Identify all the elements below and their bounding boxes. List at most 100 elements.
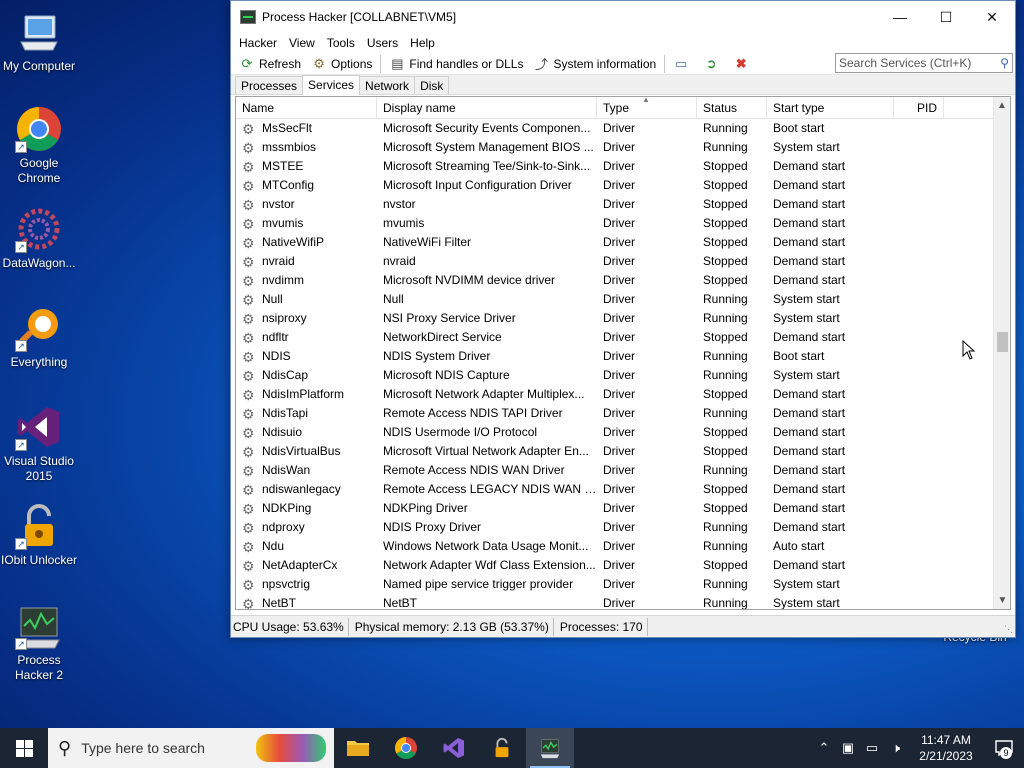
table-row[interactable]: ⚙ ndfltr NetworkDirect Service Driver Stoppe… <box>236 328 1010 347</box>
table-row[interactable]: ⚙ ndiswanlegacy Remote Access LEGACY NDIS … <box>236 480 1010 499</box>
desktop-icon-visual-studio[interactable]: ↗ Visual Studio 2015 <box>0 403 78 484</box>
table-row[interactable]: ⚙ nvraid nvraid Driver Stopped Demand start <box>236 252 1010 271</box>
taskbar-visual-studio[interactable] <box>430 728 478 768</box>
service-display-name: NSI Proxy Service Driver <box>383 311 516 325</box>
find-handles-label: Find handles or DLLs <box>409 56 524 71</box>
table-row[interactable]: ⚙ npsvctrig Named pipe service trigger pro… <box>236 575 1010 594</box>
table-row[interactable]: ⚙ MsSecFlt Microsoft Security Events Compo… <box>236 119 1010 138</box>
toolbar-separator <box>380 54 382 73</box>
service-name: NDIS <box>262 349 291 363</box>
taskbar-process-hacker[interactable] <box>526 728 574 768</box>
options-button[interactable]: ⚙ Options <box>306 54 377 74</box>
desktop-icon-iobit-unlocker[interactable]: ↗ IObit Unlocker <box>0 502 78 568</box>
menu-view[interactable]: View <box>283 36 321 50</box>
maximize-button[interactable]: ☐ <box>923 1 969 33</box>
desktop-icon-process-hacker[interactable]: ↗ Process Hacker 2 <box>0 602 78 683</box>
column-display-name[interactable]: Display name <box>377 97 597 119</box>
desktop-icon-my-computer[interactable]: My Computer <box>0 8 78 74</box>
table-row[interactable]: ⚙ MSTEE Microsoft Streaming Tee/Sink-to-Si… <box>236 157 1010 176</box>
gear-icon: ⚙ <box>242 481 255 498</box>
menu-help[interactable]: Help <box>404 36 441 50</box>
table-row[interactable]: ⚙ Null Null Driver Running System start <box>236 290 1010 309</box>
clock[interactable]: 11:47 AM 2/21/2023 <box>908 732 984 764</box>
table-row[interactable]: ⚙ NativeWifiP NativeWiFi Filter Driver Stopp… <box>236 233 1010 252</box>
service-pid <box>894 195 944 214</box>
tab-disk[interactable]: Disk <box>414 76 450 94</box>
taskbar-iobit-unlocker[interactable] <box>478 728 526 768</box>
network-icon[interactable]: ▭ <box>860 740 884 756</box>
service-status: Stopped <box>703 273 748 287</box>
table-row[interactable]: ⚙ NdisCap Microsoft NDIS Capture Driver Runn… <box>236 366 1010 385</box>
column-start-type[interactable]: Start type <box>767 97 894 119</box>
table-row[interactable]: ⚙ nvstor nvstor Driver Stopped Demand start <box>236 195 1010 214</box>
table-row[interactable]: ⚙ mvumis mvumis Driver Stopped Demand start <box>236 214 1010 233</box>
service-pid <box>894 309 944 328</box>
service-name: MTConfig <box>262 178 315 192</box>
service-display-name: Microsoft Virtual Network Adapter En... <box>383 444 589 458</box>
table-row[interactable]: ⚙ NetAdapterCx Network Adapter Wdf Class E… <box>236 556 1010 575</box>
table-row[interactable]: ⚙ MTConfig Microsoft Input Configuration D… <box>236 176 1010 195</box>
taskbar-search-box[interactable]: ⚲ Type here to search <box>48 728 334 768</box>
table-row[interactable]: ⚙ NdisVirtualBus Microsoft Virtual Network… <box>236 442 1010 461</box>
table-row[interactable]: ⚙ NdisImPlatform Microsoft Network Adapter… <box>236 385 1010 404</box>
system-information-button[interactable]: ⤴ System information <box>528 54 661 74</box>
chevron-up-icon[interactable]: ⌃ <box>812 740 836 756</box>
iobit-unlocker-icon: ↗ <box>15 502 63 550</box>
start-button[interactable] <box>0 728 48 768</box>
gear-icon: ⚙ <box>242 462 255 479</box>
column-pid[interactable]: PID <box>894 97 944 119</box>
table-row[interactable]: ⚙ Ndisuio NDIS Usermode I/O Protocol Driver… <box>236 423 1010 442</box>
table-row[interactable]: ⚙ mssmbios Microsoft System Management BIO… <box>236 138 1010 157</box>
scroll-down-icon[interactable]: ▼ <box>994 592 1010 609</box>
table-row[interactable]: ⚙ nsiproxy NSI Proxy Service Driver Driver R… <box>236 309 1010 328</box>
security-icon[interactable]: ▣ <box>836 740 860 756</box>
service-pid <box>894 385 944 404</box>
window-titlebar[interactable]: Process Hacker [COLLABNET\VM5] — ☐ ✕ <box>231 1 1015 33</box>
table-row[interactable]: ⚙ NDKPing NDKPing Driver Driver Stopped Deman… <box>236 499 1010 518</box>
resize-grip-icon[interactable]: ⋱ <box>1004 624 1013 635</box>
table-row[interactable]: ⚙ NdisWan Remote Access NDIS WAN Driver Dri… <box>236 461 1010 480</box>
close-button[interactable]: ✕ <box>969 1 1015 33</box>
table-row[interactable]: ⚙ NDIS NDIS System Driver Driver Running Boot… <box>236 347 1010 366</box>
notification-center-button[interactable]: 9 <box>984 728 1024 768</box>
menu-users[interactable]: Users <box>361 36 404 50</box>
tab-network[interactable]: Network <box>359 76 416 94</box>
search-services-input[interactable]: Search Services (Ctrl+K) ⚲ <box>835 53 1013 73</box>
go-to-button[interactable]: ➲ <box>698 54 728 74</box>
service-name-cell: ⚙ nvraid <box>236 252 377 271</box>
find-handles-button[interactable]: ▤ Find handles or DLLs <box>384 54 528 74</box>
taskbar-file-explorer[interactable] <box>334 728 382 768</box>
vertical-scrollbar[interactable]: ▲ ▼ <box>993 97 1010 609</box>
taskbar-chrome[interactable] <box>382 728 430 768</box>
service-pid <box>894 252 944 271</box>
table-row[interactable]: ⚙ NetBT NetBT Driver Running System start <box>236 594 1010 609</box>
column-name[interactable]: Name <box>236 97 377 119</box>
gear-icon: ⚙ <box>242 348 255 365</box>
menu-hacker[interactable]: Hacker <box>233 36 283 50</box>
desktop-icon-datawagon[interactable]: ↗ DataWagon... <box>0 205 78 271</box>
gear-icon: ⚙ <box>242 519 255 536</box>
tab-services[interactable]: Services <box>302 75 361 95</box>
scrollbar-thumb[interactable] <box>997 332 1008 352</box>
scroll-up-icon[interactable]: ▲ <box>994 97 1010 114</box>
service-name: npsvctrig <box>262 577 311 591</box>
table-row[interactable]: ⚙ Ndu Windows Network Data Usage Monit... D… <box>236 537 1010 556</box>
table-row[interactable]: ⚙ NdisTapi Remote Access NDIS TAPI Driver D… <box>236 404 1010 423</box>
table-row[interactable]: ⚙ ndproxy NDIS Proxy Driver Driver Running De… <box>236 518 1010 537</box>
gear-icon: ⚙ <box>242 538 255 555</box>
tab-processes[interactable]: Processes <box>235 76 304 94</box>
volume-icon[interactable]: 🕨 <box>884 740 908 756</box>
table-row[interactable]: ⚙ nvdimm Microsoft NVDIMM device driver Dri… <box>236 271 1010 290</box>
terminate-button[interactable]: ✖ <box>728 54 758 74</box>
minimize-button[interactable]: — <box>877 1 923 33</box>
menu-tools[interactable]: Tools <box>321 36 361 50</box>
column-status[interactable]: Status <box>697 97 767 119</box>
desktop-icon-everything[interactable]: ↗ Everything <box>0 304 78 370</box>
refresh-button[interactable]: ⟳ Refresh <box>234 54 306 74</box>
desktop-icon-google-chrome[interactable]: ↗ Google Chrome <box>0 105 78 186</box>
window-button[interactable]: ▭ <box>668 54 698 74</box>
service-name: nsiproxy <box>262 311 307 325</box>
service-name: NdisTapi <box>262 406 309 420</box>
service-start-type: Demand start <box>773 216 846 230</box>
service-display-name: Remote Access NDIS TAPI Driver <box>383 406 563 420</box>
